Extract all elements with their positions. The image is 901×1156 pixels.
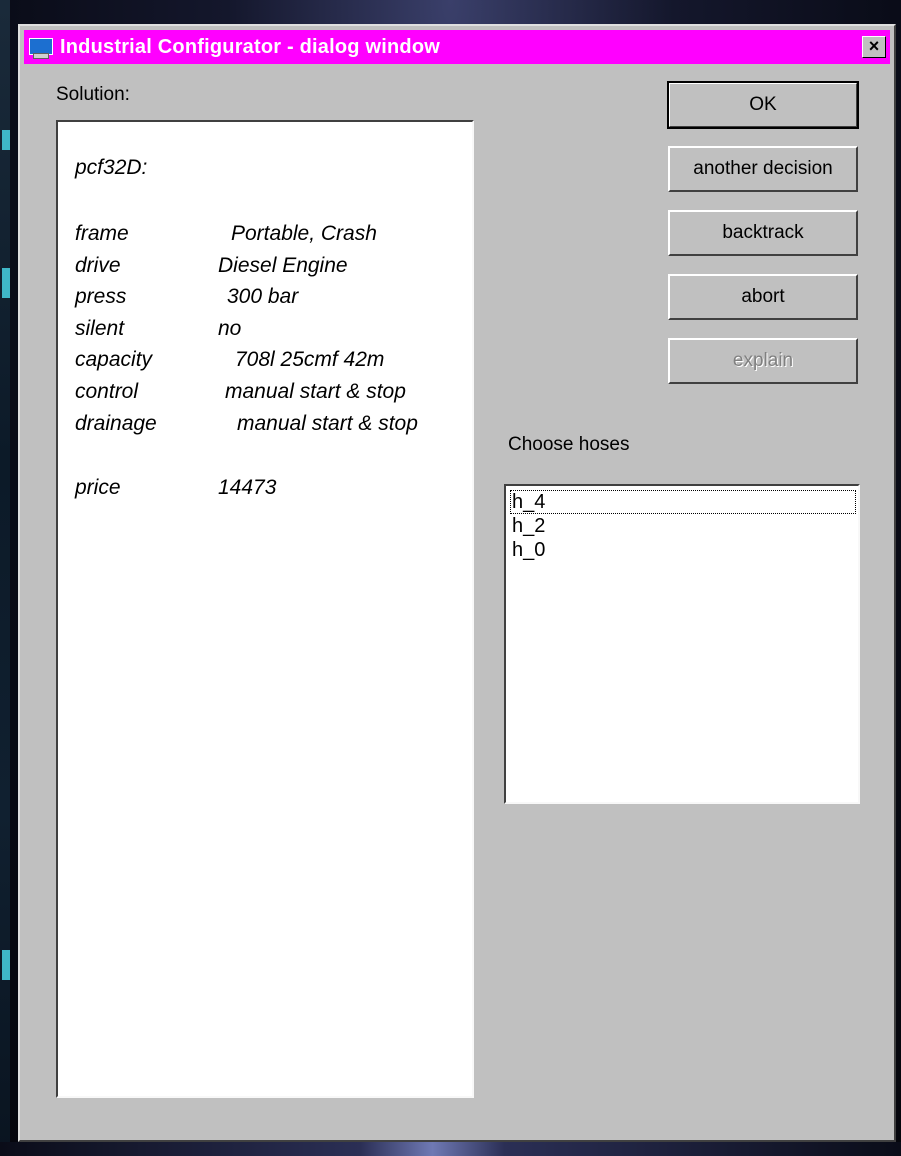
list-item[interactable]: h_0: [510, 538, 856, 562]
solution-value: manual start & stop: [225, 380, 406, 403]
solution-value: no: [218, 317, 242, 340]
abort-button[interactable]: abort: [668, 274, 858, 320]
solution-label: Solution:: [56, 84, 130, 105]
solution-value: 708l 25cmf 42m: [235, 348, 385, 371]
solution-model: pcf32D:: [75, 156, 148, 179]
choose-hoses-label: Choose hoses: [508, 434, 630, 455]
solution-value: manual start & stop: [237, 412, 418, 435]
solution-value: Diesel Engine: [218, 254, 348, 277]
hoses-listbox[interactable]: h_4 h_2 h_0: [504, 484, 860, 804]
desktop-icon-fragment: [2, 268, 10, 298]
computer-icon: [28, 36, 54, 59]
another-decision-button[interactable]: another decision: [668, 146, 858, 192]
list-item[interactable]: h_4: [510, 490, 856, 514]
list-item[interactable]: h_2: [510, 514, 856, 538]
desktop-background: [0, 1142, 901, 1156]
solution-key: silent: [75, 317, 125, 340]
solution-key: capacity: [75, 348, 153, 371]
solution-key: control: [75, 380, 139, 403]
price-value: 14473: [218, 476, 277, 499]
desktop-icon-fragment: [2, 950, 10, 980]
dialog-window: Industrial Configurator - dialog window …: [18, 24, 896, 1142]
title-bar[interactable]: Industrial Configurator - dialog window …: [24, 30, 890, 64]
window-title: Industrial Configurator - dialog window: [60, 35, 440, 58]
solution-value: 300 bar: [227, 285, 299, 308]
ok-button[interactable]: OK: [667, 81, 859, 129]
solution-key: price: [75, 476, 121, 499]
close-icon: ×: [868, 36, 880, 56]
solution-key: drive: [75, 254, 121, 277]
explain-button: explain: [668, 338, 858, 384]
desktop-icon-fragment: [2, 130, 10, 150]
desktop-edge: [0, 0, 10, 1156]
solution-key: press: [75, 285, 127, 308]
solution-key: drainage: [75, 412, 157, 435]
backtrack-button[interactable]: backtrack: [668, 210, 858, 256]
solution-key: frame: [75, 222, 129, 245]
solution-value: Portable, Crash: [231, 222, 377, 245]
solution-text-area[interactable]: pcf32D: frame Portable, Crash drive Dies…: [56, 120, 474, 1098]
close-button[interactable]: ×: [862, 36, 886, 58]
